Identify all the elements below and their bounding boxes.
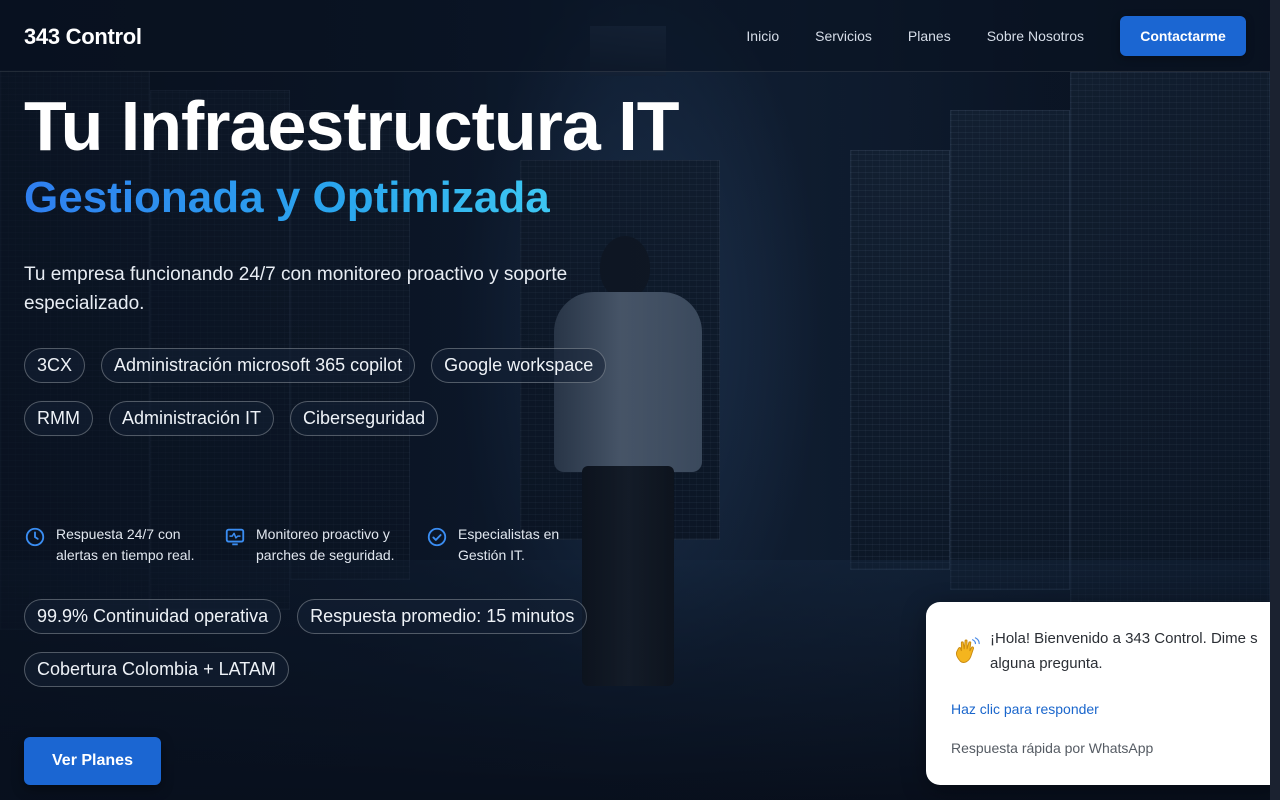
service-chip: Google workspace: [431, 348, 607, 383]
stat-chip: Respuesta promedio: 15 minutos: [297, 599, 588, 634]
service-chip: RMM: [24, 401, 93, 436]
clock-icon: [25, 527, 45, 547]
nav-planes[interactable]: Planes: [908, 16, 951, 56]
stat-chip: Cobertura Colombia + LATAM: [24, 652, 289, 687]
chat-message-line: ¡Hola! Bienvenido a 343 Control. Dime s: [990, 630, 1258, 647]
chat-note: Respuesta rápida por WhatsApp: [951, 740, 1154, 756]
main-nav: Inicio Servicios Planes Sobre Nosotros C…: [746, 16, 1246, 56]
chat-reply-link[interactable]: Haz clic para responder: [951, 701, 1099, 717]
chat-popup[interactable]: ¡Hola! Bienvenido a 343 Control. Dime s …: [926, 602, 1280, 785]
feature-text: Respuesta 24/7 con alertas en tiempo rea…: [56, 526, 195, 563]
site-header: 343 Control Inicio Servicios Planes Sobr…: [0, 0, 1270, 72]
check-circle-icon: [427, 527, 447, 547]
service-chip: Ciberseguridad: [290, 401, 439, 436]
view-plans-button[interactable]: Ver Planes: [24, 737, 161, 785]
feature-text: Especialistas en Gestión IT.: [458, 526, 560, 563]
service-chip: Administración IT: [109, 401, 275, 436]
monitor-icon: [225, 528, 245, 546]
nav-servicios[interactable]: Servicios: [815, 16, 872, 56]
nav-sobre-nosotros[interactable]: Sobre Nosotros: [987, 16, 1084, 56]
nav-inicio[interactable]: Inicio: [746, 16, 779, 56]
service-chip: 3CX: [24, 348, 86, 383]
service-chip: Administración microsoft 365 copilot: [101, 348, 416, 383]
chat-message-line: alguna pregunta.: [990, 655, 1103, 672]
waving-hand-icon: [955, 637, 980, 663]
feature-item: Especialistas en Gestión IT.: [426, 524, 568, 566]
hero-title: Tu Infraestructura IT: [24, 87, 679, 165]
feature-item: Respuesta 24/7 con alertas en tiempo rea…: [24, 524, 196, 566]
contact-button[interactable]: Contactarme: [1120, 16, 1246, 56]
feature-item: Monitoreo proactivo y parches de segurid…: [224, 524, 398, 566]
services-list: 3CX Administración microsoft 365 copilot…: [24, 348, 624, 454]
chat-message: ¡Hola! Bienvenido a 343 Control. Dime s …: [990, 626, 1280, 676]
logo[interactable]: 343 Control: [24, 24, 142, 50]
hero-description: Tu empresa funcionando 24/7 con monitore…: [24, 264, 568, 314]
features-list: Respuesta 24/7 con alertas en tiempo rea…: [24, 524, 596, 566]
stats-list: 99.9% Continuidad operativa Respuesta pr…: [24, 599, 624, 705]
hero-subtitle: Gestionada y Optimizada: [24, 170, 550, 226]
feature-text: Monitoreo proactivo y parches de segurid…: [256, 526, 395, 563]
page-scrollbar[interactable]: [1270, 0, 1280, 800]
stat-chip: 99.9% Continuidad operativa: [24, 599, 282, 634]
